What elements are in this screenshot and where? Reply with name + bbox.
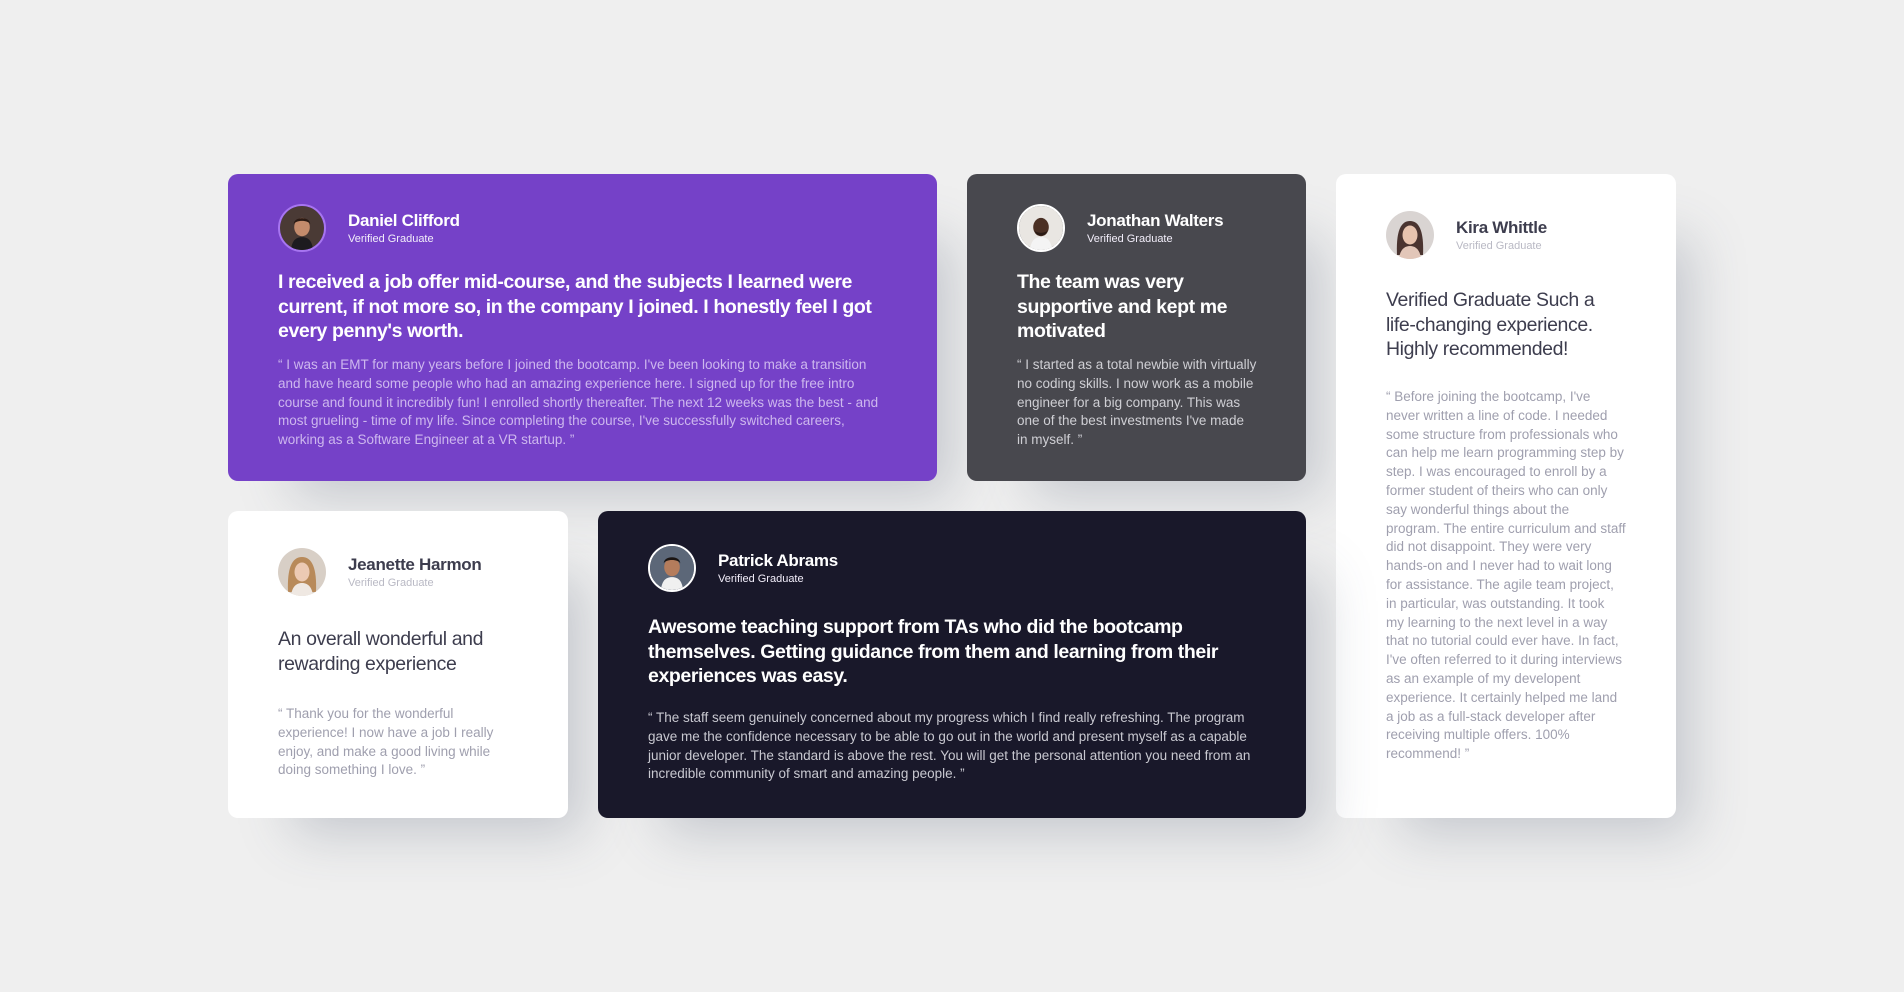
testimonial-card-jonathan-walters: Jonathan Walters Verified Graduate The t…	[967, 174, 1306, 481]
testimonial-headline: The team was very supportive and kept me…	[1017, 271, 1228, 342]
jonathan-walters-avatar	[1017, 204, 1065, 252]
testimonial-quote: “ I was an EMT for many years before I j…	[278, 357, 879, 448]
testimonial-headline: Verified Graduate Such a life-changing e…	[1386, 289, 1595, 360]
testimonial-quote: “ Before joining the bootcamp, I've neve…	[1386, 389, 1626, 762]
person-header: Jonathan Walters Verified Graduate	[1017, 204, 1224, 252]
testimonial-headline: I received a job offer mid-course, and t…	[278, 271, 872, 342]
person-header: Jeanette Harmon Verified Graduate	[278, 548, 482, 596]
testimonial-card-daniel-clifford: Daniel Clifford Verified Graduate I rece…	[228, 174, 937, 481]
testimonial-quote: “ The staff seem genuinely concerned abo…	[648, 710, 1251, 782]
testimonial-headline: An overall wonderful and rewarding exper…	[278, 628, 484, 675]
testimonial-headline: Awesome teaching support from TAs who di…	[648, 616, 1219, 687]
testimonial-quote: “ I started as a total newbie with virtu…	[1017, 357, 1257, 448]
testimonial-card-jeanette-harmon: Jeanette Harmon Verified Graduate An ove…	[228, 511, 568, 818]
man-portrait-avatar-icon	[650, 546, 694, 590]
kira-whittle-avatar	[1386, 211, 1434, 259]
testimonial-card-kira-whittle: Kira Whittle Verified Graduate Verified …	[1336, 174, 1676, 818]
person-header: Daniel Clifford Verified Graduate	[278, 204, 460, 252]
man-portrait-avatar-icon	[1019, 206, 1063, 250]
man-portrait-avatar-icon	[280, 206, 324, 250]
woman-portrait-avatar-icon	[278, 548, 326, 596]
verified-badge-text: Verified Graduate	[718, 572, 804, 585]
person-name: Patrick Abrams	[718, 550, 838, 570]
verified-badge-text: Verified Graduate	[1456, 239, 1542, 252]
person-header: Patrick Abrams Verified Graduate	[648, 544, 838, 592]
verified-badge-text: Verified Graduate	[1087, 232, 1173, 245]
verified-badge-text: Verified Graduate	[348, 232, 434, 245]
person-name: Kira Whittle	[1456, 217, 1547, 237]
testimonial-quote: “ Thank you for the wonderful experience…	[278, 706, 494, 778]
person-name: Jeanette Harmon	[348, 554, 482, 574]
jeanette-harmon-avatar	[278, 548, 326, 596]
daniel-clifford-avatar	[278, 204, 326, 252]
person-name: Daniel Clifford	[348, 210, 460, 230]
person-name: Jonathan Walters	[1087, 210, 1224, 230]
patrick-abrams-avatar	[648, 544, 696, 592]
woman-portrait-avatar-icon	[1386, 211, 1434, 259]
testimonial-card-patrick-abrams: Patrick Abrams Verified Graduate Awesome…	[598, 511, 1306, 818]
verified-badge-text: Verified Graduate	[348, 576, 434, 589]
person-header: Kira Whittle Verified Graduate	[1386, 211, 1547, 259]
